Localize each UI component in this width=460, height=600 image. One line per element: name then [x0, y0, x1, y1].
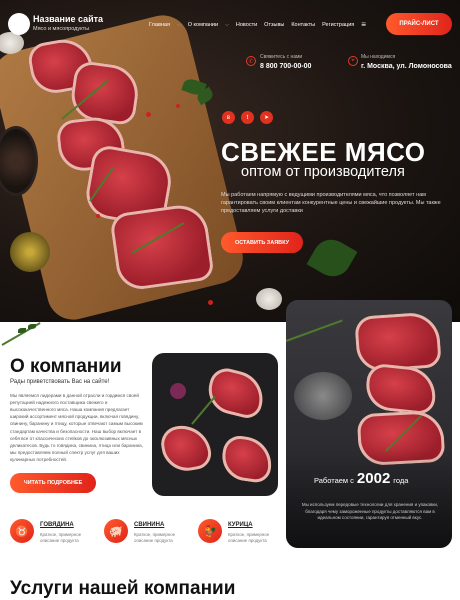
site-header: Название сайта Мясо и мясопродукты Главн…: [0, 0, 460, 52]
hero-section: Название сайта Мясо и мясопродукты Главн…: [0, 0, 460, 322]
logo[interactable]: [8, 13, 30, 35]
since-year: 2002: [356, 470, 391, 487]
herb-sprig-image: [0, 322, 46, 348]
nav-item-about[interactable]: О компании: [188, 22, 218, 28]
about-text: Мы являемся лидерами в данной отрасли и …: [10, 393, 144, 462]
pepper-dot: [208, 300, 213, 305]
menu-icon[interactable]: ≡: [361, 20, 366, 29]
about-title: О компании: [10, 356, 122, 377]
hero-text: Мы работаем напрямую с ведущими производ…: [221, 192, 441, 214]
since-suffix: года: [393, 476, 409, 485]
phone-icon: ✆: [246, 56, 256, 66]
phone-number[interactable]: 8 800 700-00-00: [260, 63, 311, 70]
category-desc: Краткое, примерное описание продукта: [228, 532, 270, 544]
meat-platter-image: [152, 353, 278, 496]
hero-subtitle: оптом от производителя: [241, 164, 405, 180]
nav-item-news[interactable]: Новости: [236, 22, 257, 28]
pepper-dot: [146, 112, 151, 117]
category-name[interactable]: СВИНИНА: [134, 522, 164, 528]
nav-item-reviews[interactable]: Отзывы: [264, 22, 284, 28]
location-pin-icon: ⌖: [348, 56, 358, 66]
category-name[interactable]: ГОВЯДИНА: [40, 522, 74, 528]
site-name[interactable]: Название сайта: [33, 14, 103, 24]
call-label: Свяжитесь с нами: [260, 54, 303, 60]
site-tagline: Мясо и мясопродукты: [33, 26, 90, 32]
category-desc: Краткое, примерное описание продукта: [134, 532, 176, 544]
nav-item-home[interactable]: Главная: [149, 22, 170, 28]
since-text: Мы используем передовые технологии для х…: [301, 502, 439, 521]
price-list-button[interactable]: ПРАЙС-ЛИСТ: [386, 13, 452, 35]
chevron-down-icon[interactable]: ⌵: [177, 22, 181, 28]
category-desc: Краткое, примерное описание продукта: [40, 532, 82, 544]
telegram-icon[interactable]: ➤: [260, 111, 273, 124]
services-title: Услуги нашей компании: [10, 578, 236, 599]
garlic-image: [256, 288, 282, 310]
nav-item-register[interactable]: Регистрация: [322, 22, 354, 28]
read-more-button[interactable]: ЧИТАТЬ ПОДРОБНЕЕ: [10, 473, 96, 493]
main-nav: Главная ⌵ О компании ⌵ Новости Отзывы Ко…: [149, 20, 366, 29]
pepper-dot: [96, 214, 100, 218]
chevron-down-icon[interactable]: ⌵: [225, 22, 229, 28]
since-badge: Работаем с 2002 года: [314, 470, 408, 487]
address: г. Москва, ул. Ломоносова: [361, 63, 452, 70]
vk-icon[interactable]: в: [222, 111, 235, 124]
pig-icon: 🐖: [104, 519, 128, 543]
location-label: Мы находимся: [361, 54, 396, 60]
leave-request-button[interactable]: ОСТАВИТЬ ЗАЯВКУ: [221, 232, 303, 253]
about-subtitle: Рады приветствовать Вас на сайте!: [10, 379, 110, 385]
basil-leaf-image: [306, 232, 358, 284]
pepper-dot: [176, 104, 180, 108]
oil-bowl-image: [10, 232, 50, 272]
nav-item-contacts[interactable]: Контакты: [291, 22, 315, 28]
chicken-icon: 🐓: [198, 519, 222, 543]
twitter-icon[interactable]: t: [241, 111, 254, 124]
cow-icon: ♉: [10, 519, 34, 543]
category-name[interactable]: КУРИЦА: [228, 522, 253, 528]
since-prefix: Работаем с: [314, 476, 354, 485]
steak-image: [109, 201, 215, 293]
